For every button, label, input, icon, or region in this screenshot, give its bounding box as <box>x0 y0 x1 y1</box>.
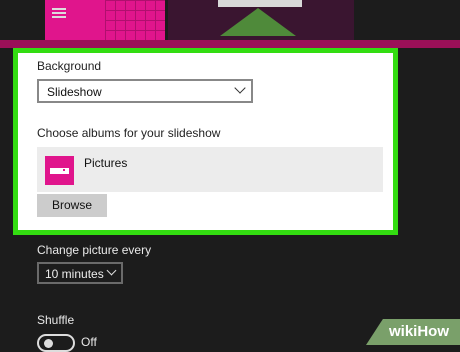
folder-icon-inner <box>50 168 69 174</box>
interval-label: Change picture every <box>37 243 152 257</box>
background-label: Background <box>37 59 102 73</box>
background-value: Slideshow <box>47 85 102 99</box>
chevron-down-icon <box>234 82 246 94</box>
preview-taskbar <box>0 40 460 48</box>
menu-icon <box>52 8 66 10</box>
chevron-down-icon <box>106 265 117 276</box>
album-name: Pictures <box>84 156 128 170</box>
interval-value: 10 minutes <box>45 267 104 281</box>
interval-dropdown[interactable]: 10 minutes <box>37 262 123 284</box>
shuffle-state: Off <box>81 335 97 349</box>
toggle-knob <box>44 339 53 348</box>
background-dropdown[interactable]: Slideshow <box>37 79 253 103</box>
albums-label: Choose albums for your slideshow <box>37 126 221 140</box>
shuffle-toggle[interactable] <box>37 334 75 352</box>
desktop-preview <box>0 0 460 50</box>
shuffle-label: Shuffle <box>37 313 75 327</box>
browse-button[interactable]: Browse <box>37 194 107 217</box>
preview-window-bar <box>218 0 302 7</box>
mountain-icon <box>220 8 296 36</box>
folder-icon-dot <box>63 169 65 171</box>
preview-grid-tile <box>105 0 165 40</box>
album-item[interactable]: Pictures <box>37 147 383 192</box>
watermark-text: wikiHow <box>389 323 450 340</box>
folder-icon <box>45 156 74 185</box>
